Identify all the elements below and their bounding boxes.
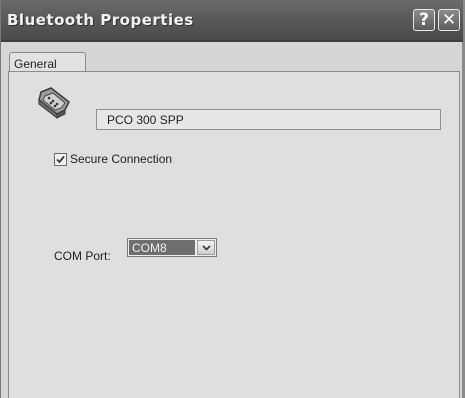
checkmark-icon: [56, 155, 65, 164]
tab-strip: General: [1, 44, 463, 75]
device-name-field[interactable]: PCO 300 SPP: [96, 109, 441, 130]
help-button[interactable]: ?: [413, 9, 435, 31]
secure-connection-checkbox[interactable]: [54, 153, 67, 166]
serial-port-icon: [38, 87, 70, 120]
chevron-down-icon: [201, 244, 211, 251]
close-icon: ✕: [441, 10, 457, 30]
close-button[interactable]: ✕: [438, 9, 460, 31]
tab-general-label: General: [14, 57, 57, 71]
device-name-value: PCO 300 SPP: [107, 113, 184, 127]
com-port-label: COM Port:: [54, 249, 111, 263]
dropdown-button[interactable]: [197, 240, 215, 255]
com-port-select[interactable]: COM8: [127, 238, 217, 257]
title-bar: Bluetooth Properties ? ✕: [1, 0, 463, 42]
window-title: Bluetooth Properties: [7, 11, 194, 29]
help-icon: ?: [419, 10, 429, 30]
com-port-value: COM8: [129, 240, 195, 255]
secure-connection-label[interactable]: Secure Connection: [70, 152, 172, 166]
bluetooth-properties-dialog: Bluetooth Properties ? ✕ General PCO 300…: [0, 0, 465, 398]
general-panel: PCO 300 SPP Secure Connection COM Port: …: [8, 71, 460, 398]
